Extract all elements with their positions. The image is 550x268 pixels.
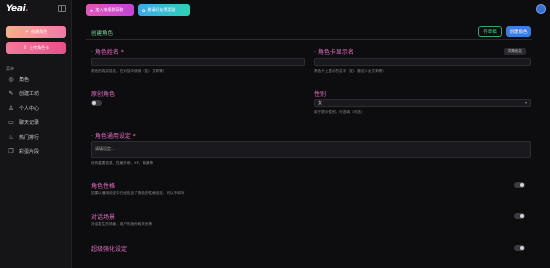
send-icon: ➤ xyxy=(90,7,94,13)
logo[interactable]: Yeai. xyxy=(6,4,29,14)
name-label: · 角色姓名 * xyxy=(91,49,124,56)
advanced-label: 超级强化设定 xyxy=(91,246,128,253)
sidebar-item-label: 彩蛋片段 xyxy=(19,149,40,156)
gender-hint: 用于提示性别，可选填（可选） xyxy=(314,110,365,114)
setting-label: · 角色通用设定 * xyxy=(91,133,136,140)
create-character-label: 创建角色 xyxy=(31,29,48,34)
original-label: 原创角色 xyxy=(91,91,116,98)
sparkle-icon: ✧ xyxy=(24,29,30,35)
sidebar-item-characters[interactable]: ◎ 角色 xyxy=(0,72,72,87)
join-telegram-label: 加入电报群获取 xyxy=(95,7,124,12)
sidebar-item-label: 个人中心 xyxy=(19,105,40,112)
gift-icon: ✿ xyxy=(142,7,146,13)
chat-icon: ▭ xyxy=(8,119,14,127)
same-as-name-button[interactable]: 同角色名 xyxy=(504,48,526,55)
sidebar-item-label: 创建工坊 xyxy=(19,91,40,98)
sidebar-item-chat-history[interactable]: ▭ 聊天记录 xyxy=(0,116,72,131)
original-toggle[interactable] xyxy=(91,100,102,106)
name-input[interactable] xyxy=(91,58,305,66)
sidebar-item-easter-eggs[interactable]: ❐ 彩蛋片段 xyxy=(0,145,72,160)
join-telegram-button[interactable]: ➤ 加入电报群获取 xyxy=(86,4,134,16)
name-hint: 角色的真实姓名，在对话中使用（如：艾莉等） xyxy=(91,69,167,73)
advanced-toggle[interactable] xyxy=(514,245,525,251)
sidebar-item-label: 聊天记录 xyxy=(19,120,40,127)
chevron-down-icon: ▾ xyxy=(524,100,527,105)
display-name-hint: 角色卡上显示的名字（如：魔法少女艾莉等） xyxy=(314,69,386,73)
invite-friends-label: 邀请好友得奖励 xyxy=(147,7,176,12)
page-title: 创建角色 xyxy=(91,31,114,37)
sidebar-item-ranking[interactable]: ♨ 热门排行 xyxy=(0,130,72,145)
upload-card-label: 上传角色卡 xyxy=(29,45,50,50)
sidebar-item-profile[interactable]: ♙ 个人中心 xyxy=(0,101,72,116)
scene-hint: 对话发生的场景，用户的身份和关系等 xyxy=(91,222,153,226)
setting-textarea[interactable]: 请填设定... xyxy=(91,141,531,158)
sidebar-item-workshop[interactable]: ✎ 创建工坊 xyxy=(0,87,72,102)
wrench-icon: ✎ xyxy=(8,90,14,98)
gender-value: 女 xyxy=(318,100,322,105)
user-icon: ♙ xyxy=(8,104,14,112)
sidebar-item-label: 角色 xyxy=(19,76,30,83)
create-button[interactable]: 创建角色 xyxy=(506,26,531,37)
upload-icon: ⇪ xyxy=(22,45,28,51)
gender-select[interactable]: 女 ▾ xyxy=(314,99,531,107)
sidebar-nav: ◎ 角色 ✎ 创建工坊 ♙ 个人中心 ▭ 聊天记录 ♨ 热门排行 ❐ 彩蛋片段 xyxy=(0,72,72,159)
bookmark-icon: ❐ xyxy=(8,148,14,156)
save-draft-button[interactable]: 存草稿 xyxy=(478,26,502,37)
sidebar-item-label: 热门排行 xyxy=(19,134,40,141)
sidebar-collapse-icon[interactable] xyxy=(58,5,66,12)
personality-label: 角色性格 xyxy=(91,183,116,190)
display-name-input[interactable] xyxy=(314,58,531,66)
sidebar: Yeai. ✧ 创建角色 ⇪ 上传角色卡 菜单 ◎ 角色 ✎ 创建工坊 ♙ 个人… xyxy=(0,0,72,268)
scene-label: 对话场景 xyxy=(91,214,116,221)
personality-toggle[interactable] xyxy=(514,182,525,188)
upload-card-button[interactable]: ⇪ 上传角色卡 xyxy=(6,42,66,54)
personality-hint: 如果以通用设定中已经包含了角色的性格设定，可以不填写 xyxy=(91,191,185,195)
setting-hint: 设有重要信息，性格外貌，XP，背景等 xyxy=(91,161,154,165)
flame-icon: ♨ xyxy=(8,133,14,141)
compass-icon: ◎ xyxy=(8,75,14,83)
invite-friends-button[interactable]: ✿ 邀请好友得奖励 xyxy=(138,4,190,16)
display-name-label: · 角色卡显示名 xyxy=(314,49,354,56)
gender-label: 性别 xyxy=(314,91,327,98)
app-root: Yeai. ✧ 创建角色 ⇪ 上传角色卡 菜单 ◎ 角色 ✎ 创建工坊 ♙ 个人… xyxy=(0,0,550,268)
scene-toggle[interactable] xyxy=(514,213,525,219)
avatar[interactable] xyxy=(536,4,546,14)
header-divider xyxy=(86,39,532,40)
create-character-button[interactable]: ✧ 创建角色 xyxy=(6,26,66,38)
